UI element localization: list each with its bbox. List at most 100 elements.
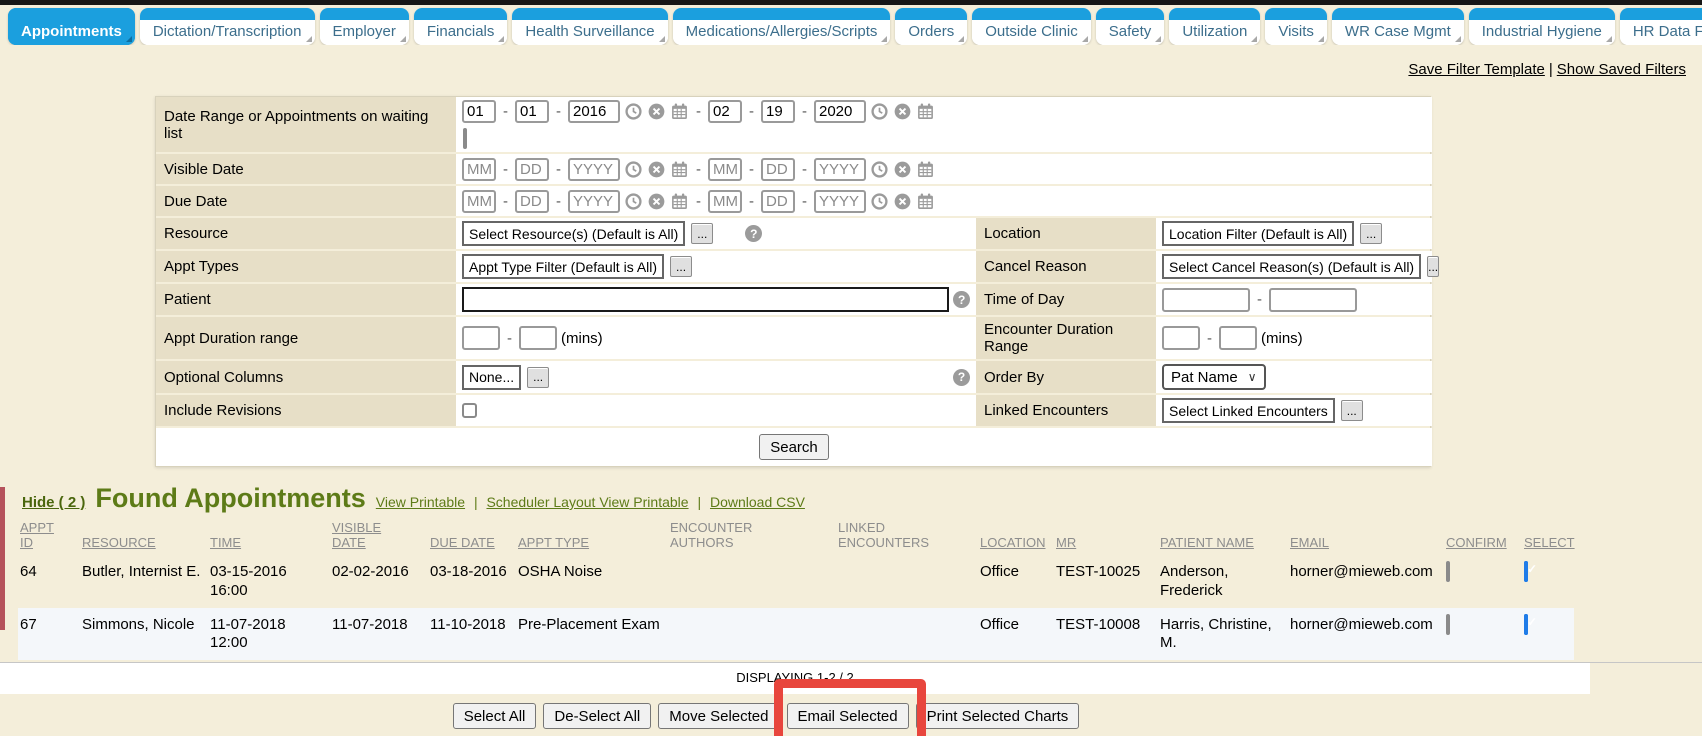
cancel-reason-select[interactable]: Select Cancel Reason(s) (Default is All) (1162, 254, 1421, 279)
calendar-icon[interactable] (671, 193, 688, 210)
clock-icon[interactable] (871, 193, 888, 210)
clear-date-icon[interactable] (648, 103, 665, 120)
linked-encounters-picker-button[interactable]: ... (1341, 400, 1363, 421)
confirm-checkbox[interactable] (1446, 614, 1450, 635)
calendar-icon[interactable] (671, 103, 688, 120)
tab-safety[interactable]: Safety (1096, 8, 1165, 45)
date-from-month-input[interactable] (462, 100, 496, 123)
download-csv-link[interactable]: Download CSV (710, 494, 805, 510)
tab-dictation-transcription[interactable]: Dictation/Transcription (140, 8, 315, 45)
tab-outside-clinic[interactable]: Outside Clinic (972, 8, 1091, 45)
help-icon[interactable]: ? (953, 291, 970, 308)
calendar-icon[interactable] (917, 161, 934, 178)
hide-results-link[interactable]: Hide ( 2 ) (22, 494, 85, 511)
clock-icon[interactable] (625, 103, 642, 120)
deselect-all-button[interactable]: De-Select All (543, 703, 651, 729)
calendar-icon[interactable] (671, 161, 688, 178)
date-to-year-input[interactable] (814, 100, 866, 123)
time-of-day-start-input[interactable] (1162, 288, 1250, 312)
order-by-select[interactable]: Pat Name∨ (1162, 364, 1266, 390)
clock-icon[interactable] (625, 193, 642, 210)
col-appt-id[interactable]: APPT ID (18, 518, 80, 555)
col-patient-name[interactable]: PATIENT NAME (1158, 518, 1288, 555)
visible-from-month-input[interactable] (462, 158, 496, 181)
calendar-icon[interactable] (917, 193, 934, 210)
tab-visits[interactable]: Visits (1265, 8, 1327, 45)
tab-hr-data-feed[interactable]: HR Data Feed↗ (1620, 8, 1702, 45)
col-due-date[interactable]: DUE DATE (428, 518, 516, 555)
date-to-month-input[interactable] (708, 100, 742, 123)
clock-icon[interactable] (871, 103, 888, 120)
due-to-day-input[interactable] (761, 190, 795, 213)
clear-date-icon[interactable] (894, 193, 911, 210)
date-from-year-input[interactable] (568, 100, 620, 123)
clear-date-icon[interactable] (648, 193, 665, 210)
help-icon[interactable]: ? (745, 225, 762, 242)
due-to-year-input[interactable] (814, 190, 866, 213)
visible-from-year-input[interactable] (568, 158, 620, 181)
due-to-month-input[interactable] (708, 190, 742, 213)
col-time[interactable]: TIME (208, 518, 330, 555)
appt-duration-min-input[interactable] (462, 326, 500, 350)
save-filter-template-link[interactable]: Save Filter Template (1408, 61, 1544, 78)
move-selected-button[interactable]: Move Selected (658, 703, 779, 729)
clock-icon[interactable] (625, 161, 642, 178)
clear-date-icon[interactable] (894, 103, 911, 120)
confirm-checkbox[interactable] (1446, 561, 1450, 582)
select-checkbox[interactable] (1524, 614, 1528, 635)
due-from-day-input[interactable] (515, 190, 549, 213)
patient-search-input[interactable] (462, 287, 949, 312)
encounter-duration-min-input[interactable] (1162, 326, 1200, 350)
waiting-list-checkbox[interactable] (463, 128, 467, 149)
include-revisions-checkbox[interactable] (462, 403, 477, 418)
optional-columns-picker-button[interactable]: ... (527, 367, 549, 388)
col-visible-date[interactable]: VISIBLE DATE (330, 518, 428, 555)
tab-orders[interactable]: Orders (895, 8, 967, 45)
optional-columns-select[interactable]: None... (462, 365, 521, 390)
appt-duration-max-input[interactable] (519, 326, 557, 350)
visible-to-day-input[interactable] (761, 158, 795, 181)
tab-wr-case-mgmt[interactable]: WR Case Mgmt (1332, 8, 1464, 45)
visible-to-month-input[interactable] (708, 158, 742, 181)
appt-type-select[interactable]: Appt Type Filter (Default is All) (462, 254, 664, 279)
tab-industrial-hygiene[interactable]: Industrial Hygiene (1469, 8, 1615, 45)
visible-from-day-input[interactable] (515, 158, 549, 181)
show-saved-filters-link[interactable]: Show Saved Filters (1557, 61, 1686, 78)
linked-encounters-select[interactable]: Select Linked Encounters (1162, 398, 1335, 423)
select-all-button[interactable]: Select All (453, 703, 537, 729)
cancel-reason-picker-button[interactable]: ... (1427, 256, 1439, 277)
col-appt-type[interactable]: APPT TYPE (516, 518, 668, 555)
appt-type-picker-button[interactable]: ... (670, 256, 692, 277)
due-from-year-input[interactable] (568, 190, 620, 213)
tab-financials[interactable]: Financials (414, 8, 508, 45)
location-picker-button[interactable]: ... (1360, 223, 1382, 244)
visible-to-year-input[interactable] (814, 158, 866, 181)
clear-date-icon[interactable] (894, 161, 911, 178)
encounter-duration-max-input[interactable] (1219, 326, 1257, 350)
col-email[interactable]: EMAIL (1288, 518, 1444, 555)
help-icon[interactable]: ? (953, 369, 970, 386)
col-mr[interactable]: MR (1054, 518, 1158, 555)
tab-employer[interactable]: Employer (320, 8, 409, 45)
view-printable-link[interactable]: View Printable (376, 494, 465, 510)
date-from-day-input[interactable] (515, 100, 549, 123)
print-selected-charts-button[interactable]: Print Selected Charts (916, 703, 1080, 729)
email-selected-button[interactable]: Email Selected (787, 703, 909, 729)
resource-select[interactable]: Select Resource(s) (Default is All) (462, 221, 685, 246)
tab-medications-allergies-scripts[interactable]: Medications/Allergies/Scripts (673, 8, 891, 45)
time-of-day-end-input[interactable] (1269, 288, 1357, 312)
col-resource[interactable]: RESOURCE (80, 518, 208, 555)
clock-icon[interactable] (871, 161, 888, 178)
col-confirm[interactable]: CONFIRM (1444, 518, 1522, 555)
resource-picker-button[interactable]: ... (691, 223, 713, 244)
tab-health-surveillance[interactable]: Health Surveillance (512, 8, 667, 45)
location-select[interactable]: Location Filter (Default is All) (1162, 221, 1354, 246)
tab-appointments[interactable]: Appointments (8, 8, 135, 45)
scheduler-layout-printable-link[interactable]: Scheduler Layout View Printable (486, 494, 688, 510)
col-select[interactable]: SELECT (1522, 518, 1574, 555)
due-from-month-input[interactable] (462, 190, 496, 213)
clear-date-icon[interactable] (648, 161, 665, 178)
date-to-day-input[interactable] (761, 100, 795, 123)
select-checkbox[interactable] (1524, 561, 1528, 582)
tab-utilization[interactable]: Utilization (1169, 8, 1260, 45)
